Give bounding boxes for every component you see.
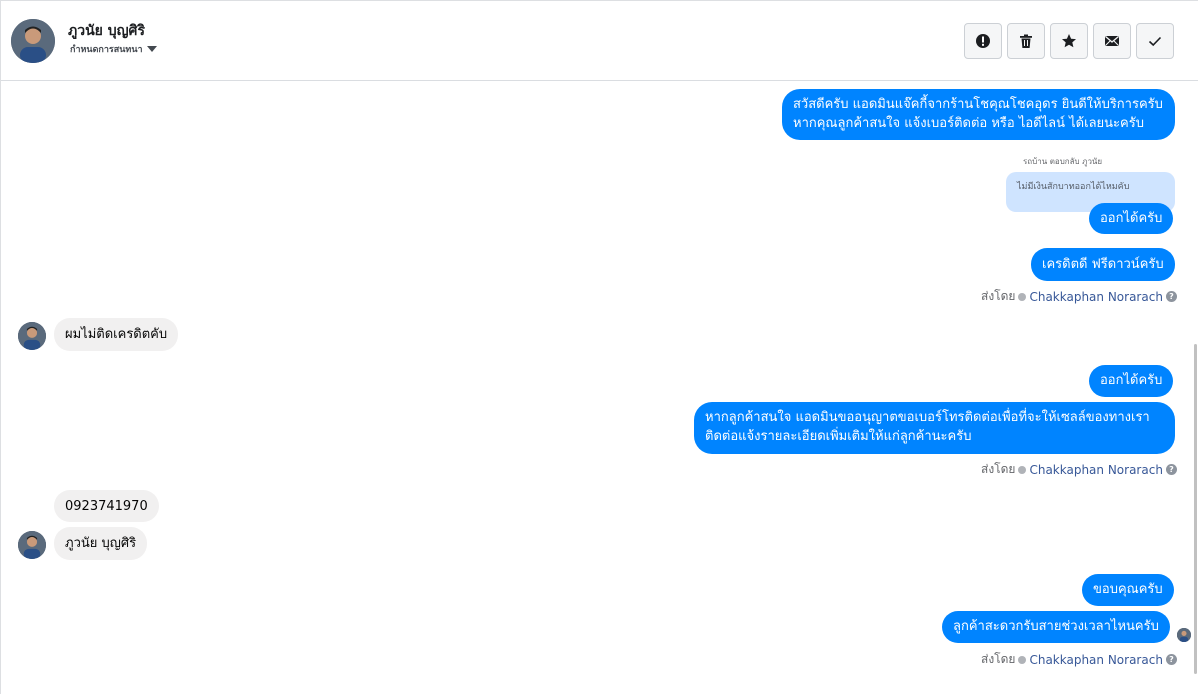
message-text: 0923741970 <box>65 499 148 514</box>
message-text: หากคุณลูกค้าสนใจ แจ้งเบอร์ติดต่อ หรือ ไอ… <box>793 116 1144 131</box>
checkmark-icon <box>1148 36 1162 47</box>
message-outgoing[interactable]: ออกได้ครับ <box>1089 365 1174 397</box>
contact-avatar[interactable] <box>11 19 55 63</box>
contact-avatar-small[interactable] <box>18 322 46 350</box>
sent-by-row: ส่งโดย Chakkaphan Norarach ? <box>981 287 1177 306</box>
sent-by-label: ส่งโดย <box>981 652 1016 666</box>
message-text: ออกได้ครับ <box>1100 211 1163 226</box>
agent-name-link[interactable]: Chakkaphan Norarach <box>1029 463 1162 477</box>
sent-by-label: ส่งโดย <box>981 462 1016 476</box>
message-outgoing[interactable]: ขอบคุณครับ <box>1082 574 1174 606</box>
trash-icon <box>1020 34 1032 48</box>
mark-unread-button[interactable] <box>1093 23 1131 59</box>
contact-avatar-small[interactable] <box>18 531 46 559</box>
message-text: เครดิตดี ฟรีดาวน์ครับ <box>1042 257 1164 272</box>
message-incoming[interactable]: ภูวนัย บุญศิริ <box>54 527 148 560</box>
star-button[interactable] <box>1050 23 1088 59</box>
star-icon <box>1062 34 1076 48</box>
contact-name[interactable]: ภูวนัย บุญศิริ <box>68 20 145 42</box>
message-incoming[interactable]: 0923741970 <box>54 490 159 522</box>
agent-name-link[interactable]: Chakkaphan Norarach <box>1029 653 1162 667</box>
sent-by-label: ส่งโดย <box>981 289 1016 303</box>
verified-icon <box>1018 292 1027 301</box>
message-text: ลูกค้าสะดวกรับสายช่วงเวลาไหนครับ <box>953 619 1159 634</box>
delete-button[interactable] <box>1007 23 1045 59</box>
sent-by-row: ส่งโดย Chakkaphan Norarach ? <box>981 650 1177 669</box>
message-text: ติดต่อแจ้งรายละเอียดเพิ่มเติมให้แก่ลูกค้… <box>705 429 972 444</box>
caret-down-icon <box>146 46 157 52</box>
message-outgoing[interactable]: ออกได้ครับ <box>1089 203 1174 234</box>
conversation-label: กำหนดการสนทนา <box>70 45 143 55</box>
help-icon[interactable]: ? <box>1165 464 1177 475</box>
verified-icon <box>1018 465 1027 474</box>
conversation-actions <box>964 23 1174 59</box>
agent-name-link[interactable]: Chakkaphan Norarach <box>1029 290 1162 304</box>
conversation-window: ภูวนัย บุญศิริ กำหนดการสนทนา สวัสดีครับ … <box>0 0 1198 694</box>
message-text: ออกได้ครับ <box>1100 373 1163 388</box>
exclamation-icon <box>976 34 990 48</box>
scrollbar[interactable] <box>1194 344 1197 674</box>
quoted-text: ไม่มีเงินสักบาทออกได้ไหมคับ <box>1017 182 1130 192</box>
message-incoming[interactable]: ผมไม่ติดเครดิตคับ <box>54 318 179 351</box>
message-outgoing[interactable]: สวัสดีครับ แอดมินแจ๊คกี้จากร้านโชคุณโชคอ… <box>782 89 1175 140</box>
report-button[interactable] <box>964 23 1002 59</box>
sent-by-row: ส่งโดย Chakkaphan Norarach ? <box>981 460 1177 479</box>
reply-context: รถบ้าน ตอบกลับ ภูวนัย <box>1023 155 1102 168</box>
read-receipt-avatar <box>1177 628 1191 642</box>
reply-meta-text: รถบ้าน ตอบกลับ ภูวนัย <box>1023 157 1103 166</box>
message-text: ผมไม่ติดเครดิตคับ <box>65 327 168 342</box>
conversation-header: ภูวนัย บุญศิริ กำหนดการสนทนา <box>1 1 1198 81</box>
help-icon[interactable]: ? <box>1165 654 1177 665</box>
message-text: หากลูกค้าสนใจ แอดมินขออนุญาตขอเบอร์โทรติ… <box>705 410 1150 425</box>
conversation-label-dropdown[interactable]: กำหนดการสนทนา <box>70 42 157 56</box>
message-thread[interactable]: สวัสดีครับ แอดมินแจ๊คกี้จากร้านโชคุณโชคอ… <box>1 82 1198 694</box>
message-text: สวัสดีครับ แอดมินแจ๊คกี้จากร้านโชคุณโชคอ… <box>793 97 1163 112</box>
verified-icon <box>1018 655 1027 664</box>
help-icon[interactable]: ? <box>1165 291 1177 302</box>
message-outgoing[interactable]: หากลูกค้าสนใจ แอดมินขออนุญาตขอเบอร์โทรติ… <box>694 402 1175 454</box>
mark-done-button[interactable] <box>1136 23 1174 59</box>
envelope-icon <box>1105 36 1119 46</box>
message-text: ภูวนัย บุญศิริ <box>65 536 137 551</box>
message-outgoing[interactable]: ลูกค้าสะดวกรับสายช่วงเวลาไหนครับ <box>942 611 1170 643</box>
message-text: ขอบคุณครับ <box>1093 582 1163 597</box>
message-outgoing[interactable]: เครดิตดี ฟรีดาวน์ครับ <box>1031 248 1175 281</box>
